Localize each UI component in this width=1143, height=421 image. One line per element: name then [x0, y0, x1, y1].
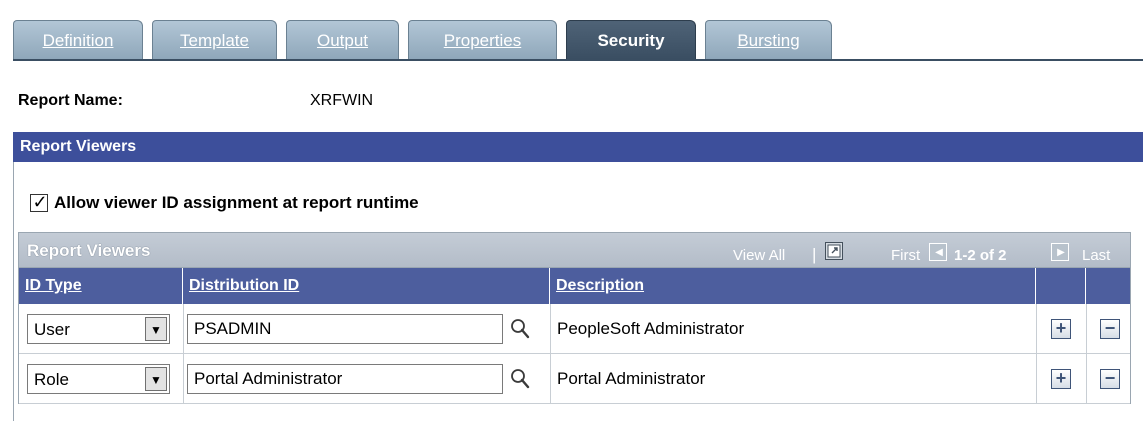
- col-header-description[interactable]: Description: [550, 268, 1036, 304]
- grid-title: Report Viewers: [27, 241, 151, 260]
- tab-security-label: Security: [597, 31, 665, 50]
- tab-definition[interactable]: Definition: [13, 20, 143, 59]
- report-name-value: XRFWIN: [310, 92, 374, 109]
- id-type-select[interactable]: User ▼: [27, 314, 170, 344]
- allow-viewer-assignment-checkbox[interactable]: ✓: [30, 192, 48, 212]
- checkmark-icon: ✓: [32, 192, 48, 212]
- view-all-glyph: [827, 244, 841, 258]
- first-link[interactable]: First: [891, 247, 920, 264]
- arrow-right-glyph: ▶: [1057, 247, 1065, 258]
- cell-divider: [1036, 354, 1037, 404]
- tab-security[interactable]: Security: [566, 20, 696, 59]
- report-name-label: Report Name:: [18, 92, 123, 109]
- id-type-select[interactable]: Role ▼: [27, 364, 170, 394]
- col-header-description-label: Description: [556, 277, 645, 294]
- arrow-left-glyph: ◀: [935, 247, 943, 258]
- last-link[interactable]: Last: [1082, 247, 1110, 264]
- cell-divider: [183, 304, 184, 354]
- allow-viewer-assignment-row: ✓ Allow viewer ID assignment at report r…: [30, 192, 419, 214]
- cell-divider: [550, 304, 551, 354]
- tab-underline: [13, 59, 1143, 61]
- view-all-icon[interactable]: [825, 242, 843, 260]
- cell-divider: [1036, 304, 1037, 354]
- cell-divider: [1086, 354, 1087, 404]
- col-header-distribution-id-label: Distribution ID: [189, 277, 300, 294]
- arrow-right-icon[interactable]: ▶: [1051, 243, 1069, 261]
- allow-viewer-assignment-label: Allow viewer ID assignment at report run…: [54, 193, 419, 212]
- magnifier-icon[interactable]: [509, 367, 531, 391]
- tab-properties[interactable]: Properties: [408, 20, 557, 59]
- distribution-id-input[interactable]: Portal Administrator: [187, 364, 503, 394]
- row-range: 1-2 of 2: [954, 247, 1007, 264]
- id-type-value: Role: [34, 370, 69, 389]
- report-viewers-header: Report Viewers: [13, 132, 1143, 162]
- grid-title-bar: Report Viewers View All | First ◀ 1-2 of…: [18, 232, 1131, 268]
- tab-properties-label: Properties: [443, 31, 522, 50]
- col-header-delete: [1086, 268, 1130, 304]
- minus-icon[interactable]: −: [1100, 319, 1120, 339]
- tab-bursting[interactable]: Bursting: [705, 20, 832, 59]
- nav-separator: |: [812, 245, 817, 264]
- plus-icon[interactable]: +: [1051, 369, 1071, 389]
- col-header-add: [1036, 268, 1086, 304]
- grid-right-border: [1130, 268, 1131, 404]
- arrow-left-icon[interactable]: ◀: [929, 243, 947, 261]
- tab-output[interactable]: Output: [286, 20, 399, 59]
- distribution-id-input[interactable]: PSADMIN: [187, 314, 503, 344]
- table-row: Role ▼ Portal Administrator Portal Admin…: [19, 354, 1130, 404]
- col-header-distribution-id[interactable]: Distribution ID: [183, 268, 550, 304]
- tab-definition-label: Definition: [42, 31, 114, 50]
- table-row: User ▼ PSADMIN PeopleSoft Administrator …: [19, 304, 1130, 354]
- tab-output-label: Output: [316, 31, 369, 50]
- tab-template-label: Template: [180, 31, 249, 50]
- col-header-id-type[interactable]: ID Type: [19, 268, 183, 304]
- tab-template[interactable]: Template: [152, 20, 277, 59]
- magnifier-icon[interactable]: [509, 317, 531, 341]
- plus-icon[interactable]: +: [1051, 319, 1071, 339]
- view-all-link[interactable]: View All: [733, 247, 785, 264]
- id-type-value: User: [34, 320, 70, 339]
- cell-divider: [183, 354, 184, 404]
- minus-icon[interactable]: −: [1100, 369, 1120, 389]
- col-header-id-type-label: ID Type: [25, 277, 82, 294]
- tab-bursting-label: Bursting: [737, 31, 800, 50]
- cell-divider: [550, 354, 551, 404]
- triangle-down-icon[interactable]: ▼: [145, 317, 167, 341]
- description-text: PeopleSoft Administrator: [557, 319, 745, 338]
- description-text: Portal Administrator: [557, 369, 706, 388]
- triangle-down-icon[interactable]: ▼: [145, 367, 167, 391]
- cell-divider: [1086, 304, 1087, 354]
